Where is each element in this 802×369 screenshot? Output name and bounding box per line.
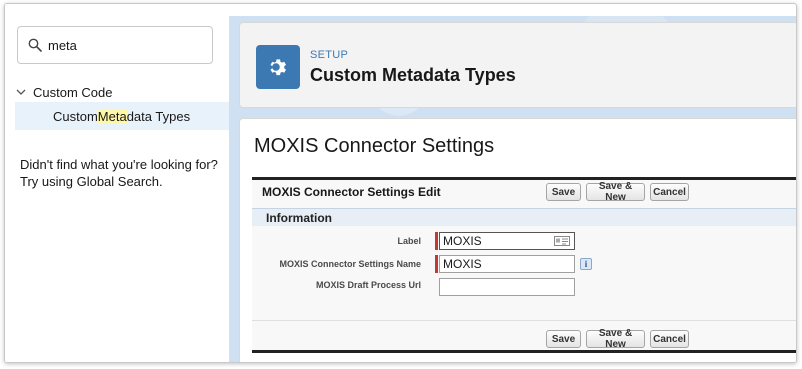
sidebar-item-custom-metadata-types[interactable]: Custom Meta data Types	[15, 102, 229, 130]
divider	[252, 320, 796, 321]
breadcrumb-setup: SETUP	[310, 49, 349, 61]
gear-icon	[270, 59, 286, 76]
settings-name-value: MOXIS	[443, 257, 482, 271]
draft-process-url-input[interactable]	[439, 278, 575, 296]
global-search-hint: Try using Global Search.	[20, 174, 163, 189]
edit-panel: MOXIS Connector Settings Edit Save Save …	[252, 177, 796, 353]
save-button[interactable]: Save	[546, 183, 581, 201]
setup-icon-tile	[256, 45, 300, 89]
not-found-line: Didn't find what you're looking for?	[20, 157, 218, 172]
label-input-value: MOXIS	[443, 234, 482, 248]
page-title: MOXIS Connector Settings	[254, 135, 495, 157]
quick-find-box[interactable]	[17, 26, 213, 64]
app-window: Custom Code Custom Metadata Types Didn't…	[4, 3, 797, 363]
name-field-label: MOXIS Connector Settings Name	[279, 259, 421, 269]
main-content-area: SETUP Custom Metadata Types MOXIS Connec…	[229, 16, 796, 362]
edit-panel-header: MOXIS Connector Settings Edit Save Save …	[252, 180, 796, 204]
info-icon[interactable]: i	[580, 258, 592, 270]
contact-card-icon	[554, 236, 570, 246]
sidebar-item-label-prefix: Custom	[53, 108, 98, 124]
page-header-title: Custom Metadata Types	[310, 65, 516, 85]
label-input[interactable]: MOXIS	[439, 232, 575, 250]
setup-sidebar: Custom Code Custom Metadata Types Didn't…	[5, 4, 229, 362]
label-field-label: Label	[397, 236, 421, 246]
tree-group-label: Custom Code	[33, 84, 113, 100]
edit-panel-title: MOXIS Connector Settings Edit	[262, 185, 441, 199]
quick-find-input[interactable]	[48, 35, 198, 55]
chevron-down-icon[interactable]	[15, 86, 27, 98]
record-edit-container: MOXIS Connector Settings MOXIS Connector…	[239, 118, 796, 362]
url-field-label: MOXIS Draft Process Url	[315, 280, 421, 290]
sidebar-item-label-suffix: data Types	[126, 108, 191, 124]
cancel-button[interactable]: Cancel	[650, 183, 689, 201]
not-found-hint: Didn't find what you're looking for? Try…	[20, 156, 220, 190]
save-button-bottom[interactable]: Save	[546, 330, 581, 348]
save-and-new-button[interactable]: Save & New	[586, 181, 645, 203]
setup-page-header: SETUP Custom Metadata Types	[239, 22, 796, 108]
required-marker	[435, 255, 438, 273]
search-icon	[28, 38, 42, 52]
settings-name-input[interactable]: MOXIS	[439, 255, 575, 273]
section-header-information: Information	[252, 208, 796, 226]
required-marker	[435, 232, 438, 250]
tree-group-custom-code[interactable]: Custom Code	[15, 82, 112, 102]
section-title: Information	[266, 211, 332, 225]
save-and-new-button-bottom[interactable]: Save & New	[586, 328, 645, 350]
cancel-button-bottom[interactable]: Cancel	[650, 330, 689, 348]
search-match-highlight: Meta	[97, 108, 127, 124]
